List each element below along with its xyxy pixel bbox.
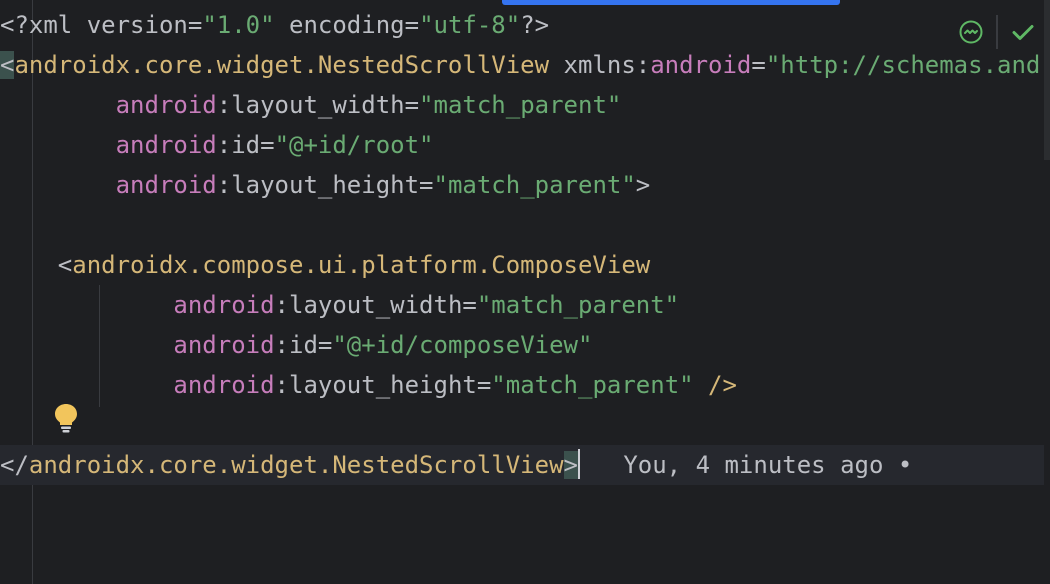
code-token: xml version	[28, 11, 188, 39]
code-token: ?>	[520, 11, 550, 39]
code-token: "utf-8"	[419, 11, 521, 39]
code-token: <?	[0, 11, 29, 39]
code-line[interactable]: android:id="@+id/root"	[0, 125, 1044, 165]
code-token: :	[635, 51, 651, 79]
code-token: :	[216, 91, 232, 119]
code-token: "match_parent"	[476, 291, 680, 319]
code-line[interactable]: </androidx.core.widget.NestedScrollView>…	[0, 445, 1044, 485]
code-token: "match_parent"	[433, 171, 636, 199]
code-token: :	[216, 131, 232, 159]
code-token: android	[115, 91, 217, 119]
check-icon[interactable]	[1010, 19, 1036, 45]
code-token: :	[274, 331, 289, 359]
inspection-separator	[996, 15, 998, 49]
code-token: =	[404, 11, 420, 39]
scrollbar-thumb[interactable]	[1044, 0, 1050, 160]
code-token: layout_width	[289, 291, 463, 319]
code-token: />	[693, 371, 737, 399]
code-token: =	[187, 11, 203, 39]
code-token: =	[404, 91, 420, 119]
code-line[interactable]: android:layout_width="match_parent"	[0, 285, 1044, 325]
code-token: "@+id/composeView"	[332, 331, 593, 359]
code-token: id	[289, 331, 318, 359]
code-line[interactable]	[0, 405, 1044, 445]
code-line[interactable]: <androidx.core.widget.NestedScrollView x…	[0, 45, 1044, 85]
code-line[interactable]: android:id="@+id/composeView"	[0, 325, 1044, 365]
code-token: >	[563, 451, 578, 479]
git-blame-annotation: You, 4 minutes ago •	[579, 451, 913, 479]
code-token: <	[57, 251, 73, 279]
code-token: androidx.core.widget.NestedScrollView	[28, 451, 564, 479]
code-token: "match_parent"	[491, 371, 694, 399]
code-line[interactable]: android:layout_height="match_parent" />	[0, 365, 1044, 405]
code-token: =	[462, 291, 477, 319]
code-token: android	[115, 131, 217, 159]
code-token: encoding	[274, 11, 405, 39]
code-token: :	[216, 171, 232, 199]
code-token: =	[317, 331, 333, 359]
code-token: xmlns	[549, 51, 636, 79]
code-token: "@+id/root"	[274, 131, 434, 159]
code-token: <	[0, 51, 15, 79]
code-token: =	[751, 51, 766, 79]
inspection-ok-icon[interactable]	[958, 19, 984, 45]
code-token: layout_height	[231, 171, 420, 199]
code-token: :	[274, 371, 289, 399]
code-line[interactable]: <?xml version="1.0" encoding="utf-8"?>	[0, 5, 1044, 45]
code-token: =	[419, 171, 434, 199]
code-token: layout_height	[289, 371, 477, 399]
code-token: layout_width	[231, 91, 405, 119]
code-area[interactable]: <?xml version="1.0" encoding="utf-8"?> <a…	[0, 5, 1044, 485]
code-line[interactable]	[0, 205, 1044, 245]
code-line[interactable]: android:layout_width="match_parent"	[0, 85, 1044, 125]
lightbulb-icon[interactable]	[52, 402, 80, 434]
code-editor[interactable]: <?xml version="1.0" encoding="utf-8"?> <a…	[0, 0, 1050, 584]
code-token: androidx.core.widget.NestedScrollView	[14, 51, 550, 79]
code-token: "http://schemas.android.com/apk/res/andr…	[765, 51, 1044, 79]
code-token: "1.0"	[202, 11, 275, 39]
code-token: :	[274, 291, 289, 319]
code-token: android	[115, 171, 217, 199]
code-token: >	[635, 171, 651, 199]
code-line[interactable]: android:layout_height="match_parent">	[0, 165, 1044, 205]
code-token: android	[173, 331, 275, 359]
code-token: =	[260, 131, 275, 159]
inspection-widget[interactable]	[958, 14, 1036, 50]
code-token: android	[650, 51, 752, 79]
code-token: android	[173, 371, 275, 399]
code-token: =	[476, 371, 492, 399]
code-token: id	[231, 131, 261, 159]
vertical-scrollbar[interactable]	[1044, 0, 1050, 584]
code-token: android	[173, 291, 275, 319]
code-token: </	[0, 451, 29, 479]
code-token: androidx.compose.ui.platform.ComposeView	[72, 251, 651, 279]
code-line[interactable]: <androidx.compose.ui.platform.ComposeVie…	[0, 245, 1044, 285]
code-token: "match_parent"	[419, 91, 622, 119]
